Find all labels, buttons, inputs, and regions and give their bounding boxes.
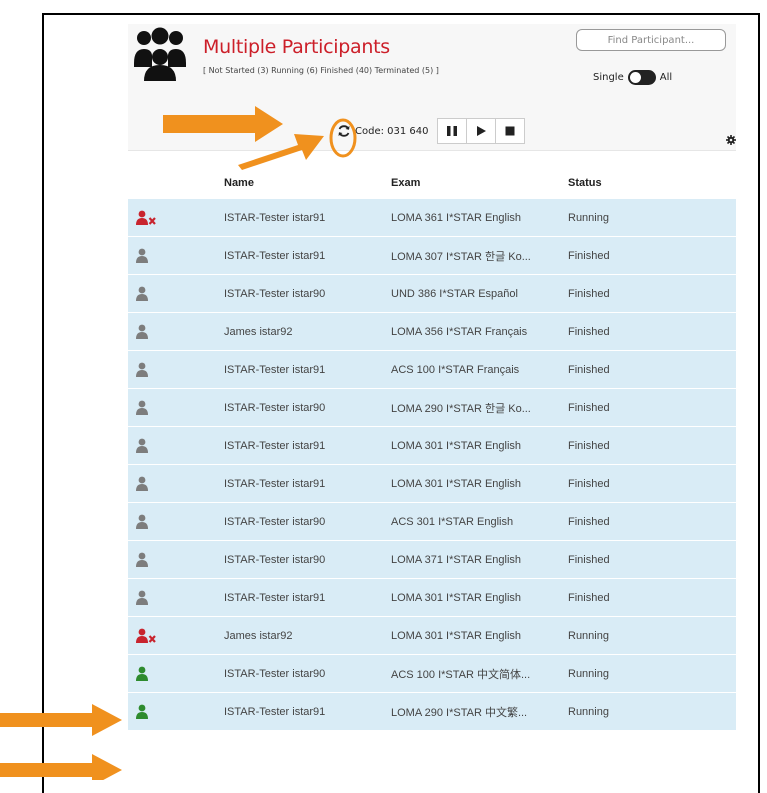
table-row[interactable]: ISTAR-Tester istar90 UND 386 I*STAR Españ… [128,274,736,312]
table-row[interactable]: ISTAR-Tester istar91 LOMA 301 I*STAR Engl… [128,464,736,502]
exam-name: LOMA 307 I*STAR 한글 Ko... [391,250,531,263]
table-row[interactable]: ISTAR-Tester istar90 ACS 301 I*STAR Engli… [128,502,736,540]
toggle-all-label: All [659,72,673,83]
status-cell: Finished [568,515,610,528]
table-row[interactable]: ISTAR-Tester istar91 LOMA 301 I*STAR Engl… [128,426,736,464]
status-cell: Finished [568,363,610,376]
column-header-name: Name [224,177,254,189]
table-row[interactable]: ISTAR-Tester istar90 LOMA 290 I*STAR 한글 K… [128,388,736,426]
table-row[interactable]: ISTAR-Tester istar91 ACS 100 I*STAR Franç… [128,350,736,388]
play-button[interactable] [465,118,496,144]
participant-name: James istar92 [224,325,293,338]
pause-button[interactable] [436,118,467,144]
table-row[interactable]: ISTAR-Tester istar90 ACS 100 I*STAR 中文简体.… [128,654,736,692]
annotation-arrows-bottom-icon [0,704,122,780]
user-icon [128,514,166,530]
toggle-knob [629,72,641,83]
participant-name: ISTAR-Tester istar91 [224,477,326,490]
table-row[interactable]: James istar92 LOMA 301 I*STAR English Runn… [128,616,736,654]
status-cell: Running [568,211,609,224]
table-row[interactable]: ISTAR-Tester istar91 LOMA 290 I*STAR 中文繁.… [128,692,736,730]
exam-name: LOMA 361 I*STAR English [391,211,522,224]
status-cell: Finished [568,439,610,452]
user-icon [128,476,166,492]
participant-name: ISTAR-Tester istar91 [224,705,326,718]
exam-name: ACS 301 I*STAR English [391,515,514,528]
status-cell: Finished [568,325,610,338]
page-title: Multiple Participants [203,36,390,58]
column-header-exam: Exam [391,177,421,189]
exam-name: LOMA 301 I*STAR English [391,591,522,604]
user-remove-icon [128,210,166,226]
stop-icon [505,126,515,136]
user-icon [128,362,166,378]
status-cell: Running [568,629,609,642]
user-remove-icon [128,628,166,644]
user-icon [128,324,166,340]
table-row[interactable]: James istar92 LOMA 356 I*STAR Français Fin… [128,312,736,350]
status-cell: Finished [568,477,610,490]
find-participant-input[interactable] [576,29,726,51]
session-controls: Code: 031 640 [331,117,525,145]
participants-group-icon [134,27,186,81]
annotation-circle-icon [329,118,357,158]
exam-name: ACS 100 I*STAR 中文简体... [391,668,531,681]
status-cell: Running [568,667,609,680]
participant-name: ISTAR-Tester istar90 [224,553,326,566]
exam-name: LOMA 301 I*STAR English [391,629,522,642]
user-icon [128,286,166,302]
settings-gear-icon[interactable] [726,135,736,145]
toggle-single-label: Single [593,72,624,83]
user-icon [128,590,166,606]
exam-name: LOMA 301 I*STAR English [391,477,522,490]
table-header: Name Exam Status [128,168,736,198]
status-cell: Finished [568,401,610,414]
participant-name: ISTAR-Tester istar91 [224,249,326,262]
single-all-toggle[interactable]: Single All [593,70,672,85]
participant-name: James istar92 [224,629,293,642]
exam-name: LOMA 356 I*STAR Français [391,325,528,338]
participant-name: ISTAR-Tester istar91 [224,439,326,452]
status-cell: Finished [568,249,610,262]
user-icon [128,400,166,416]
toggle-switch[interactable] [627,70,656,85]
table-row[interactable]: ISTAR-Tester istar91 LOMA 301 I*STAR Engl… [128,578,736,616]
participant-name: ISTAR-Tester istar90 [224,667,326,680]
column-header-status: Status [568,177,602,189]
exam-name: LOMA 290 I*STAR 中文繁... [391,706,528,719]
participant-name: ISTAR-Tester istar90 [224,515,326,528]
user-icon [128,438,166,454]
pause-icon [446,126,457,136]
annotation-arrow-up-icon [238,134,324,170]
participant-name: ISTAR-Tester istar91 [224,591,326,604]
status-cell: Finished [568,553,610,566]
participant-name: ISTAR-Tester istar91 [224,363,326,376]
participant-name: ISTAR-Tester istar90 [224,401,326,414]
user-icon [128,248,166,264]
exam-name: LOMA 290 I*STAR 한글 Ko... [391,402,531,415]
user-icon [128,552,166,568]
session-code: Code: 031 640 [355,125,429,137]
exam-name: ACS 100 I*STAR Français [391,363,520,376]
status-cell: Finished [568,287,610,300]
user-icon [128,666,166,682]
table-row[interactable]: ISTAR-Tester istar91 LOMA 307 I*STAR 한글 K… [128,236,736,274]
participant-name: ISTAR-Tester istar91 [224,211,326,224]
participant-name: ISTAR-Tester istar90 [224,287,326,300]
participants-table: ISTAR-Tester istar91 LOMA 361 I*STAR Engl… [128,198,736,730]
exam-name: UND 386 I*STAR Español [391,287,518,300]
exam-name: LOMA 301 I*STAR English [391,439,522,452]
exam-name: LOMA 371 I*STAR English [391,553,522,566]
stop-button[interactable] [494,118,525,144]
table-row[interactable]: ISTAR-Tester istar91 LOMA 361 I*STAR Engl… [128,198,736,236]
play-icon [476,126,486,136]
status-cell: Finished [568,591,610,604]
status-summary: [ Not Started (3) Running (6) Finished (… [203,66,439,75]
table-row[interactable]: ISTAR-Tester istar90 LOMA 371 I*STAR Engl… [128,540,736,578]
status-cell: Running [568,705,609,718]
